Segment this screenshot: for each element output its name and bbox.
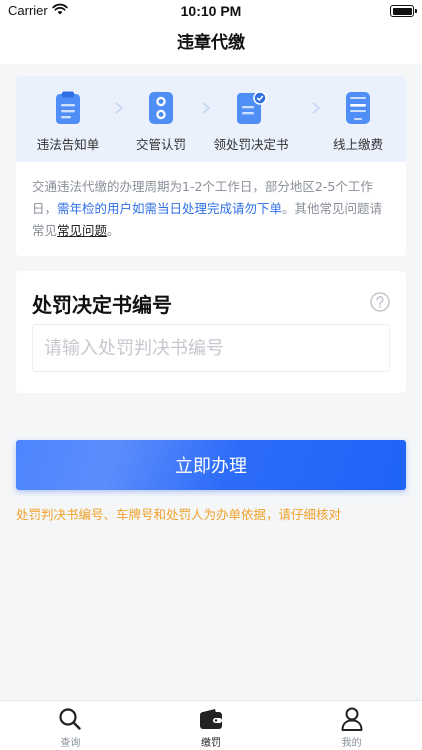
- tab-label: 我的: [341, 738, 362, 749]
- form-title: 处罚决定书编号: [32, 293, 172, 317]
- step-label: 领处罚决定书: [213, 137, 289, 152]
- step-accept-penalty: 交管认罚: [113, 90, 209, 153]
- step-label: 违法告知单: [36, 137, 100, 152]
- submit-button[interactable]: 立即办理: [16, 440, 406, 490]
- process-steps-card: 违法告知单 交管认罚 领处罚决定书 线上缴费 交通违法代缴的办理周期为1-2个工…: [16, 76, 406, 256]
- notice-clipboard-icon: [20, 90, 116, 126]
- decision-number-card: 处罚决定书编号: [16, 271, 406, 393]
- page-title: 违章代缴: [177, 33, 245, 53]
- search-icon: [0, 706, 141, 732]
- step-label: 线上缴费: [332, 137, 383, 152]
- battery-icon: [390, 5, 417, 17]
- tab-pay-fine[interactable]: 缴罚: [141, 701, 282, 750]
- verification-tip: 处罚判决书编号、车牌号和处罚人为办单依据，请仔细核对: [16, 507, 342, 522]
- tab-bar: 查询 缴罚 我的: [0, 700, 422, 750]
- notice-text-part: 。: [107, 223, 120, 238]
- notice-text: 交通违法代缴的办理周期为1-2个工作日，部分地区2-5个工作日，需年检的用户如需…: [16, 162, 406, 242]
- step-notice: 违法告知单: [20, 90, 116, 153]
- help-icon[interactable]: [370, 292, 390, 316]
- decision-number-input[interactable]: [32, 324, 390, 372]
- steps-band: 违法告知单 交管认罚 领处罚决定书 线上缴费: [16, 76, 406, 162]
- notice-highlight: 需年检的用户如需当日处理完成请勿下单: [57, 201, 283, 216]
- user-icon: [281, 706, 422, 732]
- tab-mine[interactable]: 我的: [281, 701, 422, 750]
- nav-bar: 违章代缴: [0, 22, 422, 64]
- tab-label: 查询: [60, 738, 81, 749]
- decision-document-icon: [203, 90, 299, 126]
- step-online-payment: 线上缴费: [310, 90, 406, 153]
- tab-query[interactable]: 查询: [0, 701, 141, 750]
- status-time: 10:10 PM: [180, 3, 242, 19]
- traffic-light-icon: [113, 90, 209, 126]
- step-decision-document: 领处罚决定书: [203, 90, 299, 153]
- wallet-icon: [141, 706, 282, 732]
- step-label: 交管认罚: [135, 137, 186, 152]
- faq-link[interactable]: 常见问题: [57, 223, 107, 238]
- status-bar: Carrier 10:10 PM: [0, 0, 422, 22]
- tab-label: 缴罚: [201, 738, 221, 749]
- mobile-payment-icon: [310, 90, 406, 126]
